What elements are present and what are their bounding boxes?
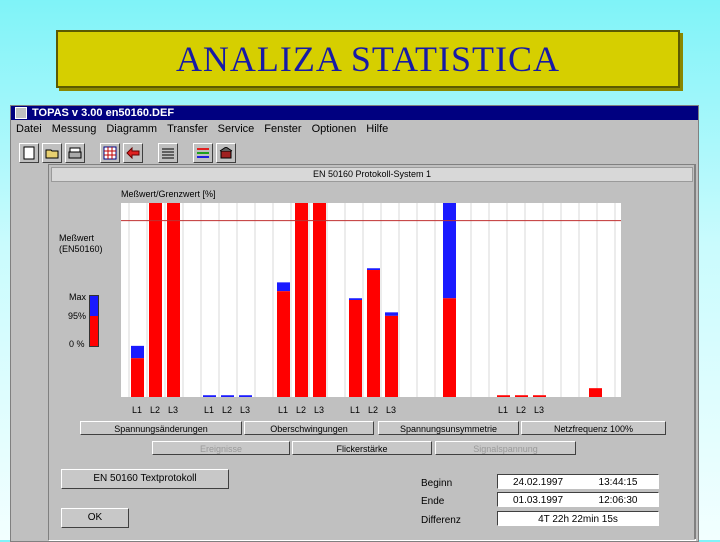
bar-95 bbox=[149, 203, 162, 397]
signalspannung-button[interactable]: Signalspannung bbox=[435, 441, 576, 455]
tick-label: L2 bbox=[150, 405, 161, 415]
tick-label: L3 bbox=[314, 405, 325, 415]
menu-datei[interactable]: Datei bbox=[11, 121, 47, 137]
menu-fenster[interactable]: Fenster bbox=[259, 121, 306, 137]
diff-label: Differenz bbox=[421, 515, 461, 526]
back-arrow-icon[interactable] bbox=[123, 143, 143, 163]
menu-diagramm[interactable]: Diagramm bbox=[101, 121, 162, 137]
bar-max bbox=[277, 282, 290, 292]
end-label: Ende bbox=[421, 496, 445, 507]
building-icon[interactable] bbox=[216, 143, 236, 163]
spannungsaenderungen-button[interactable]: Spannungsänderungen bbox=[80, 421, 242, 435]
bar-95 bbox=[277, 291, 290, 397]
tick-label: L2 bbox=[296, 405, 307, 415]
menu-bar: Datei Messung Diagramm Transfer Service … bbox=[11, 121, 698, 137]
menu-messung[interactable]: Messung bbox=[47, 121, 102, 137]
bar-95 bbox=[349, 300, 362, 397]
legend-zero-label: 0 % bbox=[69, 339, 85, 349]
bar-max bbox=[203, 395, 216, 397]
text-list-icon[interactable] bbox=[158, 143, 178, 163]
topas-window: TOPAS v 3.00 en50160.DEF Datei Messung D… bbox=[10, 105, 699, 542]
app-icon bbox=[15, 107, 27, 119]
begin-field: 24.02.1997 13:44:15 bbox=[497, 474, 659, 489]
toolbar bbox=[19, 143, 236, 163]
grid-icon[interactable] bbox=[100, 143, 120, 163]
diff-field: 4T 22h 22min 15s bbox=[497, 511, 659, 526]
measure-label: Meßwert (EN50160) bbox=[59, 233, 103, 254]
flickerstaerke-button[interactable]: Flickerstärke bbox=[292, 441, 432, 455]
tick-label: L3 bbox=[168, 405, 179, 415]
bar-95 bbox=[367, 270, 380, 397]
bar-max bbox=[221, 395, 234, 397]
color-list-icon[interactable] bbox=[193, 143, 213, 163]
diff-value: 4T 22h 22min 15s bbox=[538, 514, 618, 525]
textprotokoll-button[interactable]: EN 50160 Textprotokoll bbox=[61, 469, 229, 489]
bar-95 bbox=[167, 203, 180, 397]
tick-label: L1 bbox=[278, 405, 289, 415]
menu-service[interactable]: Service bbox=[213, 121, 260, 137]
window-title: TOPAS v 3.00 en50160.DEF bbox=[32, 107, 175, 119]
slide-title: ANALIZA STATISTICA bbox=[56, 30, 680, 88]
ok-button[interactable]: OK bbox=[61, 508, 129, 528]
panel-title: EN 50160 Protokoll-System 1 bbox=[51, 167, 693, 182]
bar-95 bbox=[313, 203, 326, 397]
tick-label: L1 bbox=[204, 405, 215, 415]
bar-95 bbox=[497, 395, 510, 397]
tick-label: L3 bbox=[240, 405, 251, 415]
begin-date: 24.02.1997 bbox=[512, 477, 564, 488]
bar-max bbox=[367, 268, 380, 271]
end-date: 01.03.1997 bbox=[512, 495, 564, 506]
begin-label: Beginn bbox=[421, 478, 453, 489]
tick-label: L3 bbox=[386, 405, 397, 415]
legend-color-bar bbox=[89, 295, 99, 347]
bar-95 bbox=[443, 298, 456, 397]
bar-max bbox=[443, 203, 456, 299]
bar-95 bbox=[515, 395, 528, 397]
tick-label: L1 bbox=[498, 405, 509, 415]
spannungsunsymmetrie-button[interactable]: Spannungsunsymmetrie bbox=[378, 421, 519, 435]
bar-95 bbox=[533, 395, 546, 397]
tick-label: L1 bbox=[350, 405, 361, 415]
legend-95-label: 95% bbox=[68, 311, 87, 321]
open-folder-icon[interactable] bbox=[42, 143, 62, 163]
legend-max-label: Max bbox=[69, 292, 87, 302]
tick-label: L2 bbox=[368, 405, 379, 415]
bar-max bbox=[131, 345, 144, 359]
bar-max bbox=[385, 312, 398, 316]
window-right-edge bbox=[694, 164, 696, 539]
menu-hilfe[interactable]: Hilfe bbox=[361, 121, 393, 137]
bar-max bbox=[349, 298, 362, 300]
bar-95 bbox=[295, 203, 308, 397]
print-icon[interactable] bbox=[65, 143, 85, 163]
tick-label: L3 bbox=[534, 405, 545, 415]
bar-chart bbox=[121, 203, 621, 397]
end-field: 01.03.1997 12:06:30 bbox=[497, 492, 659, 507]
chart-plot bbox=[121, 203, 621, 397]
tick-label: L2 bbox=[222, 405, 233, 415]
oberschwingungen-button[interactable]: Oberschwingungen bbox=[244, 421, 374, 435]
bar-95 bbox=[131, 358, 144, 397]
begin-time: 13:44:15 bbox=[598, 477, 638, 488]
menu-transfer[interactable]: Transfer bbox=[162, 121, 213, 137]
y-axis-title: Meßwert/Grenzwert [%] bbox=[121, 189, 216, 199]
netzfrequenz-button[interactable]: Netzfrequenz 100% bbox=[521, 421, 666, 435]
end-time: 12:06:30 bbox=[598, 495, 638, 506]
ereignisse-button[interactable]: Ereignisse bbox=[152, 441, 290, 455]
tick-label: L1 bbox=[132, 405, 143, 415]
bar-95 bbox=[589, 388, 602, 397]
bar-max bbox=[239, 395, 252, 397]
protocol-panel: EN 50160 Protokoll-System 1 Meßwert/Gren… bbox=[48, 164, 696, 541]
window-titlebar: TOPAS v 3.00 en50160.DEF bbox=[11, 106, 698, 120]
tick-label: L2 bbox=[516, 405, 527, 415]
menu-optionen[interactable]: Optionen bbox=[307, 121, 362, 137]
new-file-icon[interactable] bbox=[19, 143, 39, 163]
bar-95 bbox=[385, 315, 398, 397]
